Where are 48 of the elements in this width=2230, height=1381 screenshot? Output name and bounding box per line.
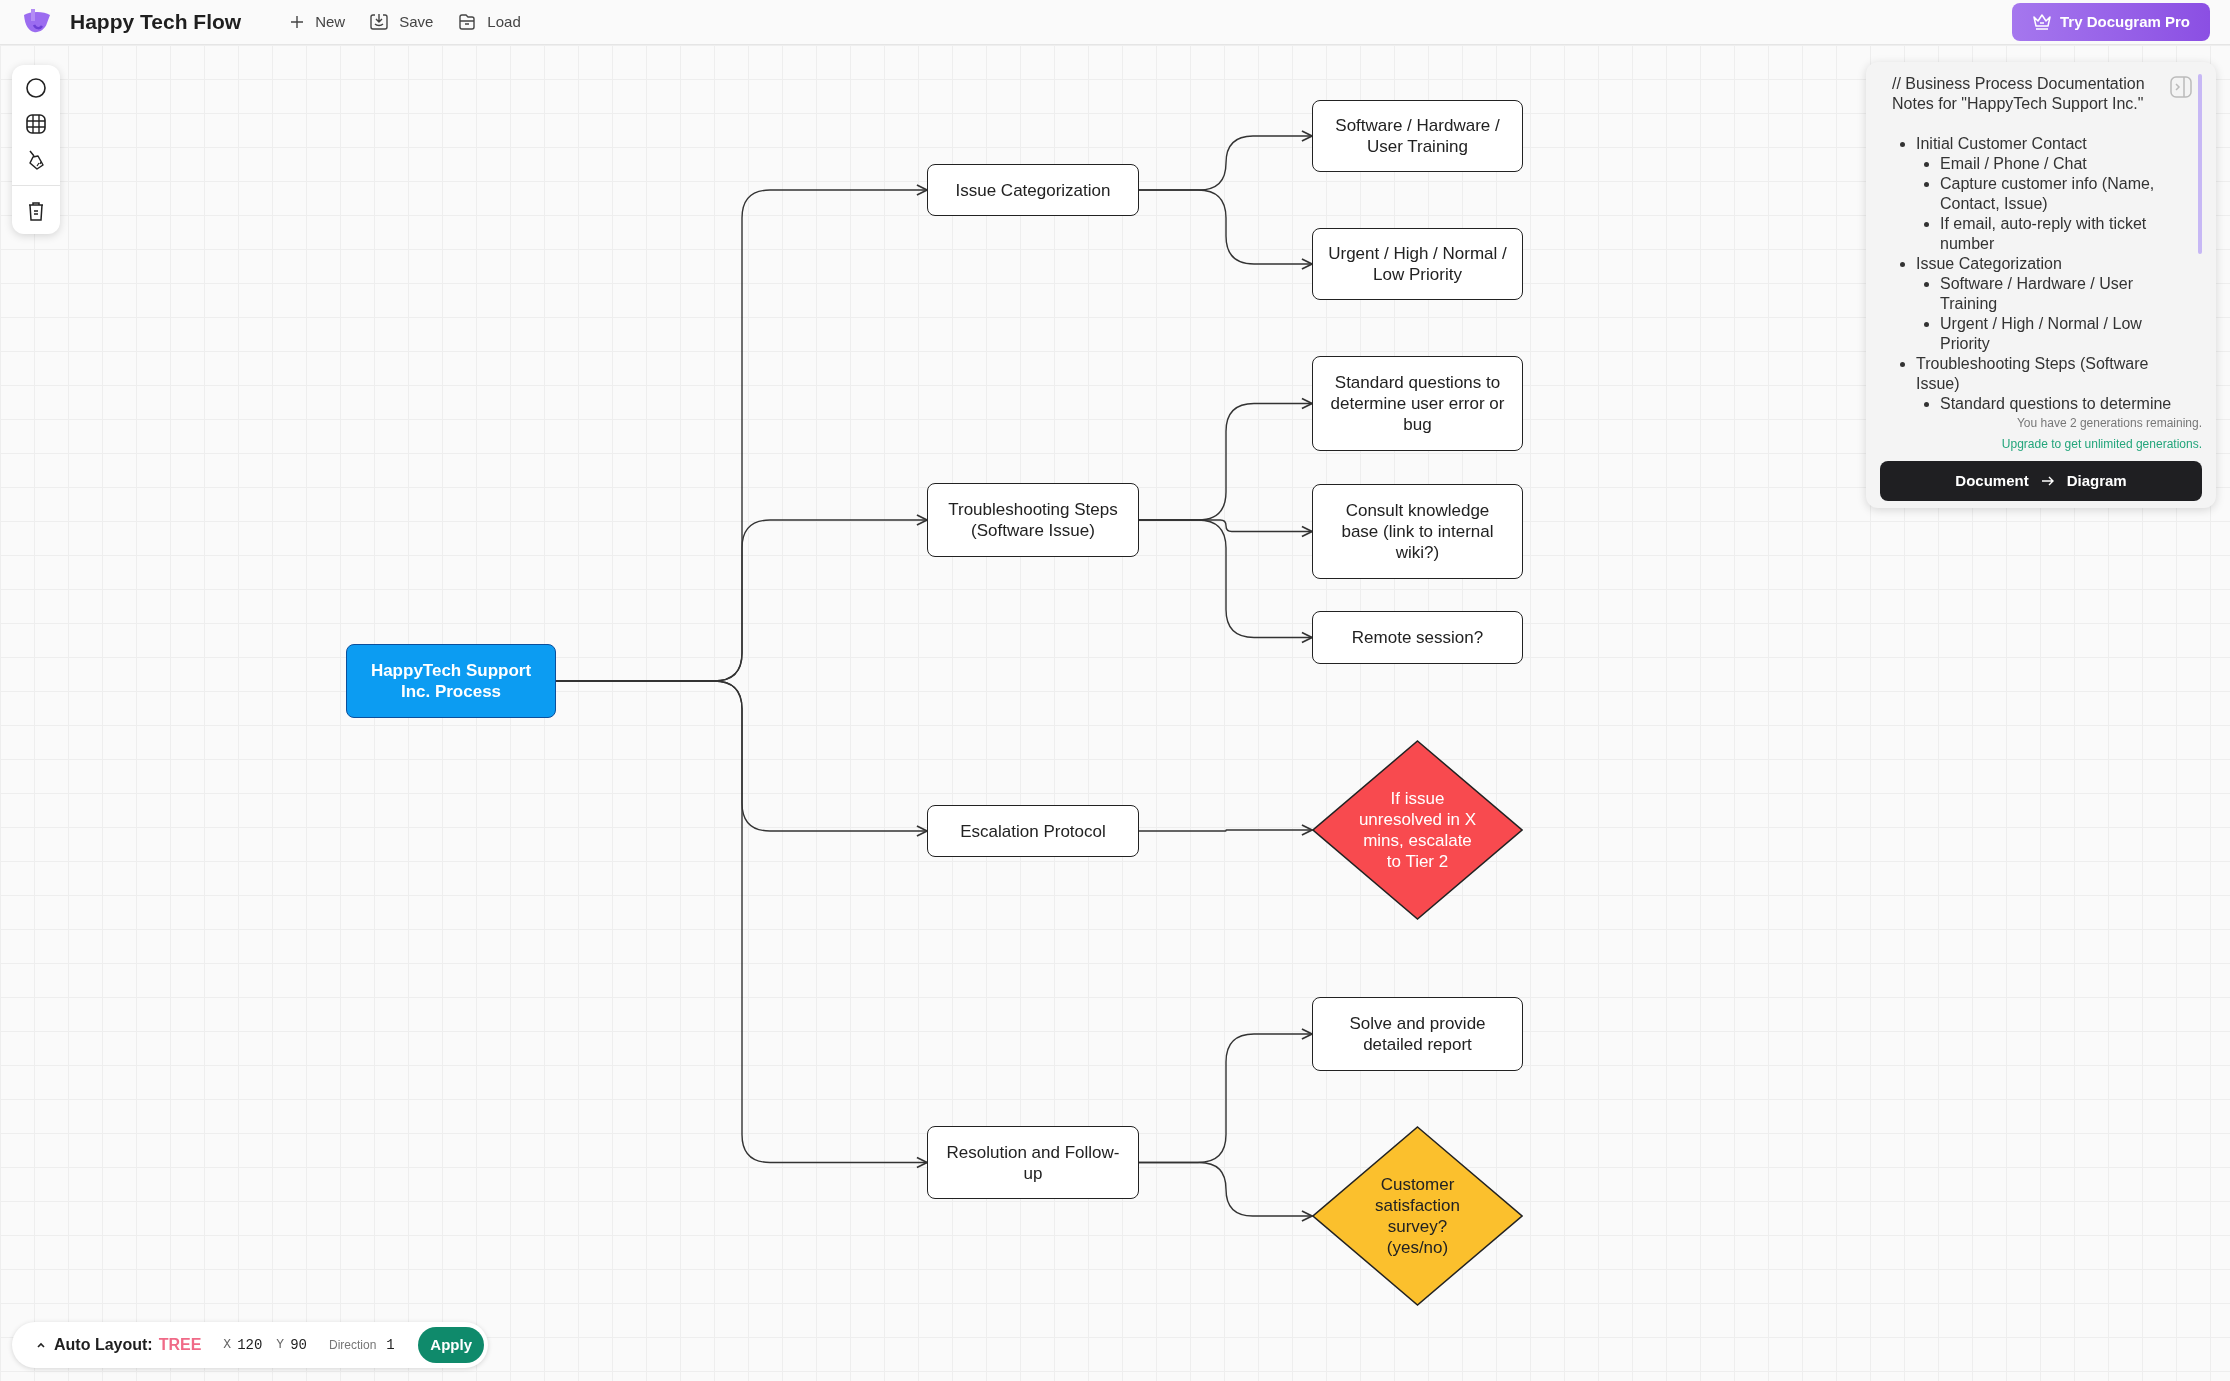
note-item: If email, auto-reply with ticket number: [1940, 215, 2147, 252]
decision-label: Customer satisfaction survey? (yes/no): [1373, 1174, 1461, 1258]
process-node[interactable]: Troubleshooting Steps (Software Issue): [927, 483, 1139, 557]
decision-label: If issue unresolved in X mins, escalate to Tier 2: [1357, 788, 1478, 872]
direction-value-field[interactable]: 1: [386, 1334, 395, 1356]
try-pro-button[interactable]: Try Docugram Pro: [2011, 3, 2210, 41]
process-node[interactable]: Standard questions to determine user error or bug: [1312, 356, 1523, 451]
y-label: Y: [276, 1336, 285, 1355]
toolbar-button[interactable]: Save: [369, 10, 434, 34]
generations-remaining-text: You have 2 generations remaining.: [2015, 415, 2202, 432]
x-label: X: [223, 1336, 232, 1355]
note-item: Email / Phone / Chat: [1940, 155, 2087, 172]
y-value-field[interactable]: 90: [290, 1334, 307, 1356]
process-node[interactable]: Escalation Protocol: [927, 805, 1139, 857]
scrollbar-thumb[interactable]: [2198, 74, 2202, 254]
plus-icon: [289, 14, 306, 30]
note-item: Urgent / High / Normal / Low Priority: [1940, 315, 2142, 352]
notes-editor[interactable]: // Business Process Documentation Notes for "HappyTech Support Inc." Initial Customer Contact Email / Phone / Chat Capture customer info (Name, Contact, Issue) If email, auto-reply with ticket number Issue Categorization Software / Hardware / User Training Urgent / High / Normal / Low Priority Troubleshooting Steps (Software Issue) Standard questions to determine: [1892, 74, 2180, 414]
apply-button[interactable]: Apply: [418, 1327, 484, 1363]
process-node[interactable]: Solve and provide detailed report: [1312, 997, 1523, 1071]
auto-layout-label: Auto Layout:: [54, 1335, 153, 1355]
toolbar-button[interactable]: New: [289, 10, 346, 34]
circle-icon[interactable]: [25, 77, 47, 99]
note-item: Standard questions to determine: [1940, 395, 2172, 412]
x-value-field[interactable]: 120: [237, 1334, 263, 1356]
arrow-right-icon: [2040, 475, 2055, 487]
process-node[interactable]: Consult knowledge base (link to internal wiki?): [1312, 484, 1523, 579]
crown-icon: [2031, 13, 2052, 31]
process-node[interactable]: Remote session?: [1312, 611, 1523, 664]
download-tray-icon: [369, 12, 390, 32]
folder-icon: [457, 12, 478, 32]
toolbar-button[interactable]: Load: [457, 10, 521, 34]
decision-diamond[interactable]: [1312, 740, 1523, 920]
process-node[interactable]: Resolution and Follow-up: [927, 1126, 1139, 1199]
note-item: Initial Customer Contact: [1916, 135, 2087, 152]
app-title: Happy Tech Flow: [70, 9, 242, 36]
note-item: Troubleshooting Steps (Software Issue): [1916, 355, 2149, 392]
grid-icon[interactable]: [25, 113, 47, 135]
decision-diamond[interactable]: [1312, 1126, 1523, 1306]
process-node[interactable]: Urgent / High / Normal / Low Priority: [1312, 228, 1523, 300]
note-item: Issue Categorization: [1916, 255, 2062, 272]
direction-label: Direction: [329, 1337, 377, 1354]
document-to-diagram-button[interactable]: Document Diagram: [1880, 461, 2202, 501]
process-node[interactable]: Issue Categorization: [927, 164, 1139, 216]
note-item: Capture customer info (Name, Contact, Issue): [1940, 175, 2155, 212]
note-item: Software / Hardware / User Training: [1940, 275, 2133, 312]
caret-up-icon[interactable]: [36, 1341, 46, 1349]
process-node[interactable]: Software / Hardware / User Training: [1312, 100, 1523, 172]
